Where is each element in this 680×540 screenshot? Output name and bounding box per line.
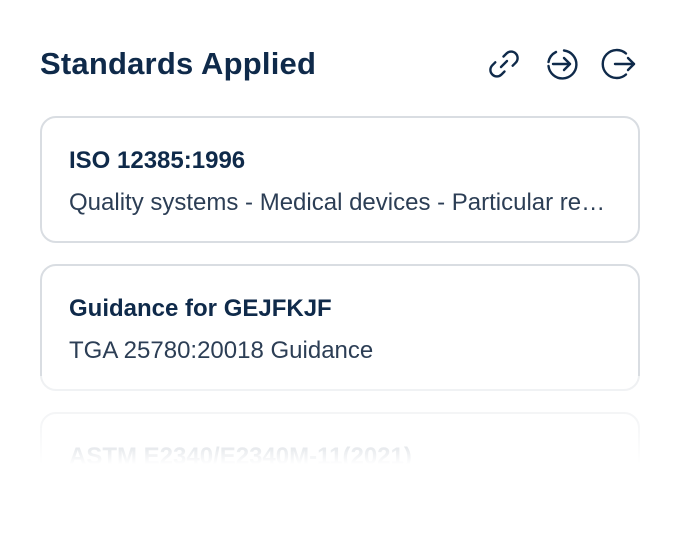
- standard-subtitle: Quality systems - Medical devices - Part…: [69, 189, 612, 216]
- arrow-right-circle-icon: [547, 49, 578, 80]
- standards-list: ISO 12385:1996 Quality systems - Medical…: [40, 116, 640, 494]
- panel-header: Standards Applied: [40, 38, 640, 90]
- link-icon: [489, 50, 519, 78]
- panel-title: Standards Applied: [40, 46, 317, 81]
- standard-card[interactable]: Guidance for GEJFKJF TGA 25780:20018 Gui…: [40, 264, 640, 391]
- export-button[interactable]: [600, 44, 640, 84]
- standard-subtitle: TGA 25780:20018 Guidance: [69, 337, 374, 364]
- standard-title: ISO 12385:1996: [69, 147, 246, 174]
- standard-card[interactable]: ISO 12385:1996 Quality systems - Medical…: [40, 116, 640, 243]
- import-button[interactable]: [542, 44, 582, 84]
- standard-title: Guidance for GEJFKJF: [69, 295, 332, 322]
- logout-icon: [601, 48, 636, 80]
- standard-title: ASTM E2340/E2340M-11(2021): [69, 443, 412, 470]
- link-button[interactable]: [484, 44, 524, 84]
- standard-subtitle: TGA 25780:20018 Guidance: [69, 484, 612, 494]
- standard-card[interactable]: ASTM E2340/E2340M-11(2021) TGA 25780:200…: [40, 412, 640, 494]
- standards-panel: Standards Applied ISO 12385:1996 Quality…: [0, 0, 680, 540]
- header-actions: [484, 44, 640, 84]
